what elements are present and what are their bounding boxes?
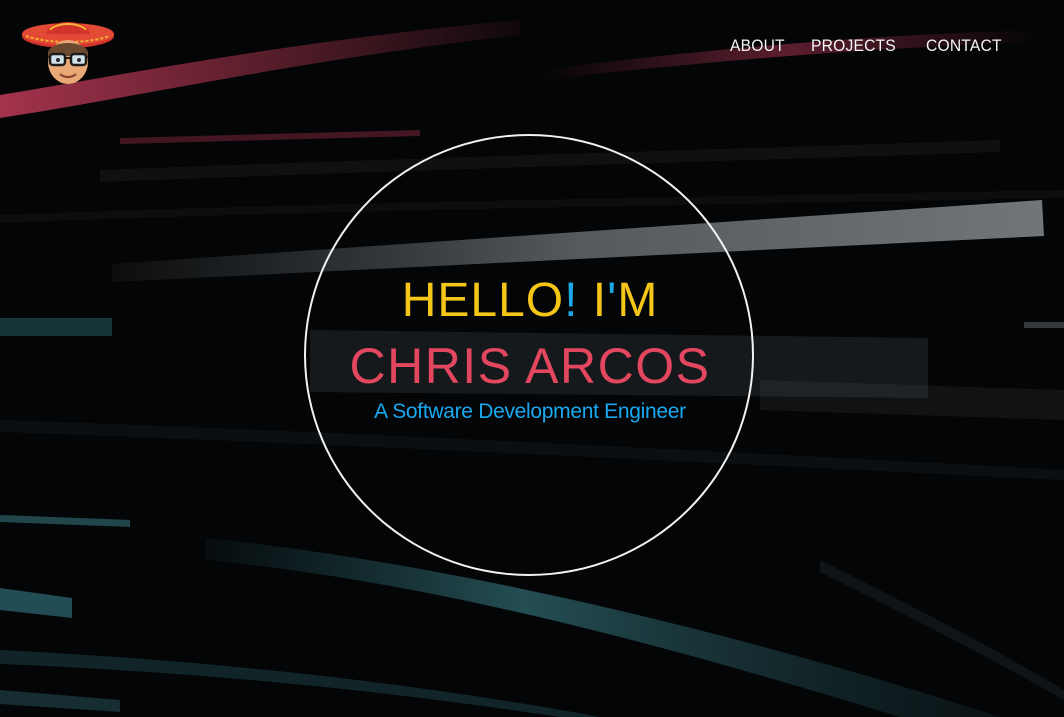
hero-text: HELLO! I'M CHRIS ARCOS A Software Develo… xyxy=(304,272,756,426)
nav-about-link[interactable]: ABOUT xyxy=(730,36,785,56)
hello-m: M xyxy=(617,274,659,327)
hero-section: ABOUT PROJECTS CONTACT HELLO! I'M CHRIS … xyxy=(0,0,1064,717)
hello-word: HELLO xyxy=(401,274,565,327)
nav-contact-link[interactable]: CONTACT xyxy=(926,36,1002,56)
tagline: A Software Development Engineer xyxy=(374,400,686,423)
top-navigation: ABOUT PROJECTS CONTACT xyxy=(730,36,1008,56)
hello-i: I xyxy=(592,274,608,327)
hello-exclamation: ! xyxy=(564,274,579,327)
hello-heading: HELLO! I'M xyxy=(304,272,756,330)
avatar-logo[interactable] xyxy=(20,12,116,88)
hello-apostrophe: ' xyxy=(607,274,618,327)
name-heading: CHRIS ARCOS xyxy=(349,338,711,394)
nav-projects-link[interactable]: PROJECTS xyxy=(811,36,896,56)
